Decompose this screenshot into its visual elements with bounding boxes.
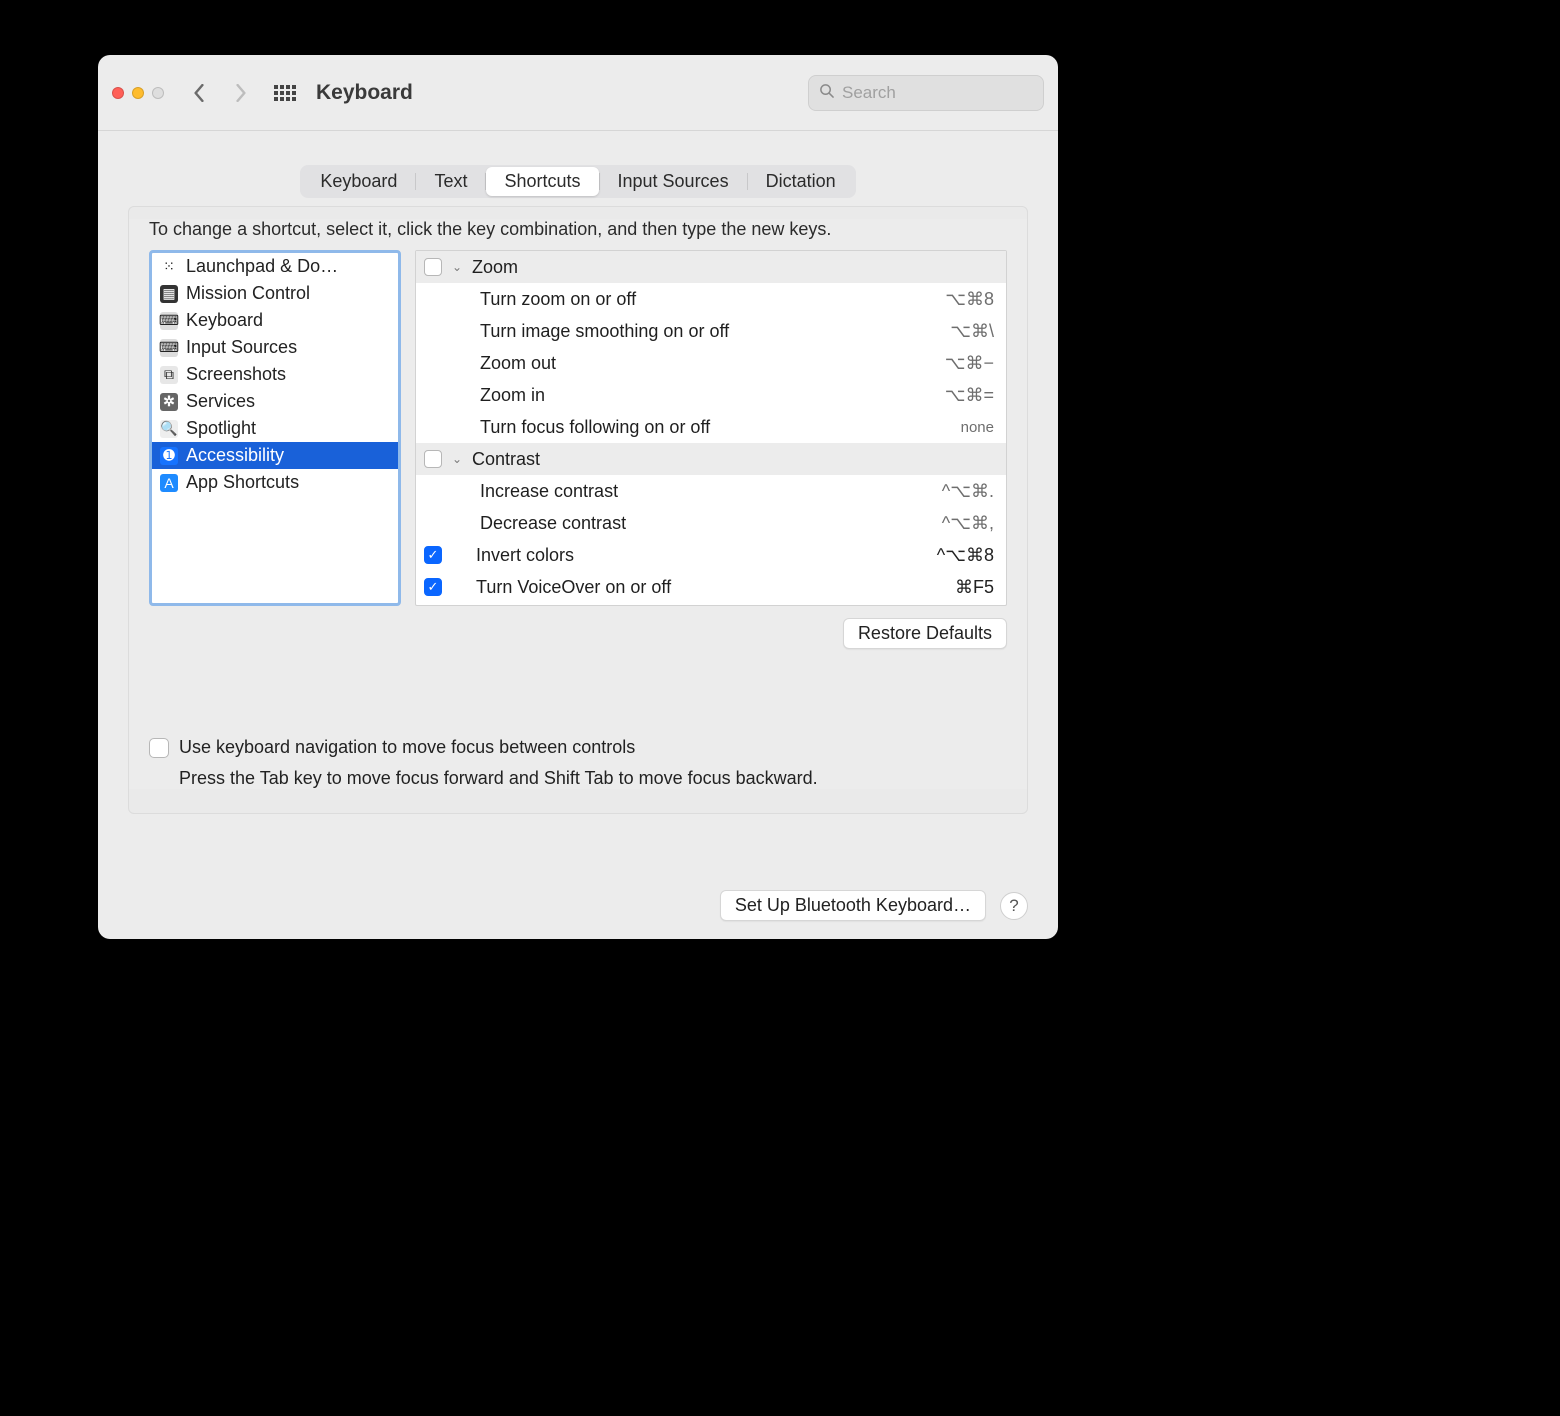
keyboard-icon: ⌨ [160,312,178,330]
preferences-window: Keyboard KeyboardTextShortcutsInput Sour… [98,55,1058,939]
category-list[interactable]: ⁙ Launchpad & Do… ▦ Mission Control ⌨ Keyboar… [149,250,401,606]
shortcut-keys[interactable]: ⌥⌘= [894,385,994,406]
shortcut-keys[interactable]: ^⌥⌘. [894,481,994,502]
category-launchpad[interactable]: ⁙ Launchpad & Do… [152,253,398,280]
close-icon[interactable] [112,87,124,99]
category-access[interactable]: ➊ Accessibility [152,442,398,469]
shortcut-label: Turn VoiceOver on or off [452,577,894,598]
shortcut-label: Zoom out [424,353,894,374]
category-label: Mission Control [186,283,310,304]
tab-input-sources[interactable]: Input Sources [600,167,747,196]
mission-icon: ▦ [160,285,178,303]
category-mission[interactable]: ▦ Mission Control [152,280,398,307]
category-appshort[interactable]: A App Shortcuts [152,469,398,496]
bluetooth-keyboard-button[interactable]: Set Up Bluetooth Keyboard… [720,890,986,921]
input-icon: ⌨ [160,339,178,357]
shortcut-label: Invert colors [452,545,894,566]
shortcut-keys[interactable]: none [894,419,994,436]
zoom-icon [152,87,164,99]
shortcut-row[interactable]: Turn focus following on or offnone [416,411,1006,443]
search-input[interactable] [842,83,1033,103]
back-button[interactable] [182,78,216,108]
search-icon [819,83,834,103]
appshort-icon: A [160,474,178,492]
search-field[interactable] [808,75,1044,111]
category-input[interactable]: ⌨ Input Sources [152,334,398,361]
category-services[interactable]: ✲ Services [152,388,398,415]
shortcut-row[interactable]: ✓ Turn VoiceOver on or off⌘F5 [416,571,1006,603]
access-icon: ➊ [160,447,178,465]
shortcut-row[interactable]: Zoom in⌥⌘= [416,379,1006,411]
keyboard-nav-checkbox[interactable] [149,738,169,758]
shortcut-checkbox[interactable]: ✓ [424,546,442,564]
group-label: Contrast [472,449,994,470]
shortcut-row[interactable]: ✓ Invert colors^⌥⌘8 [416,539,1006,571]
shortcut-row[interactable]: Turn zoom on or off⌥⌘8 [416,283,1006,315]
category-label: Screenshots [186,364,286,385]
chevron-left-icon [192,84,206,102]
tab-shortcuts[interactable]: Shortcuts [486,167,598,196]
shortcut-keys[interactable]: ⌥⌘\ [894,321,994,342]
shortcut-label: Increase contrast [424,481,894,502]
help-button[interactable]: ? [1000,892,1028,920]
screens-icon: ⧉ [160,366,178,384]
category-label: Keyboard [186,310,263,331]
tab-bar: KeyboardTextShortcutsInput SourcesDictat… [98,131,1058,198]
shortcut-group-zoom[interactable]: ⌄ Zoom [416,251,1006,283]
shortcut-list[interactable]: ⌄ZoomTurn zoom on or off⌥⌘8Turn image sm… [415,250,1007,606]
shortcut-keys[interactable]: ⌘F5 [894,577,994,598]
shortcut-keys[interactable]: ⌥⌘− [894,353,994,374]
shortcut-label: Turn image smoothing on or off [424,321,894,342]
window-toolbar: Keyboard [98,55,1058,131]
spotlight-icon: 🔍 [160,420,178,438]
group-label: Zoom [472,257,994,278]
shortcut-row[interactable]: Increase contrast^⌥⌘. [416,475,1006,507]
minimize-icon[interactable] [132,87,144,99]
restore-defaults-button[interactable]: Restore Defaults [843,618,1007,649]
category-label: Launchpad & Do… [186,256,338,277]
window-controls [112,87,164,99]
show-all-button[interactable] [274,82,296,104]
category-spotlight[interactable]: 🔍 Spotlight [152,415,398,442]
category-label: App Shortcuts [186,472,299,493]
category-screens[interactable]: ⧉ Screenshots [152,361,398,388]
shortcut-group-contrast[interactable]: ⌄ Contrast [416,443,1006,475]
tab-dictation[interactable]: Dictation [748,167,854,196]
keyboard-nav-label: Use keyboard navigation to move focus be… [179,737,635,758]
window-footer: Set Up Bluetooth Keyboard… ? [720,890,1028,921]
shortcut-checkbox[interactable] [424,258,442,276]
tab-text[interactable]: Text [416,167,485,196]
shortcut-keys[interactable]: ^⌥⌘, [894,513,994,534]
window-title: Keyboard [316,81,413,105]
keyboard-nav-subtext: Press the Tab key to move focus forward … [179,768,1007,789]
shortcut-row[interactable]: Turn image smoothing on or off⌥⌘\ [416,315,1006,347]
chevron-right-icon [234,84,248,102]
shortcut-row[interactable]: Zoom out⌥⌘− [416,347,1006,379]
shortcut-label: Decrease contrast [424,513,894,534]
shortcut-label: Zoom in [424,385,894,406]
category-label: Services [186,391,255,412]
disclosure-icon[interactable]: ⌄ [452,260,466,274]
shortcut-row[interactable]: Decrease contrast^⌥⌘, [416,507,1006,539]
category-label: Accessibility [186,445,284,466]
shortcut-label: Turn focus following on or off [424,417,894,438]
tab-keyboard[interactable]: Keyboard [302,167,415,196]
category-label: Input Sources [186,337,297,358]
shortcut-label: Turn zoom on or off [424,289,894,310]
instruction-text: To change a shortcut, select it, click t… [149,219,1007,240]
shortcut-keys[interactable]: ^⌥⌘8 [894,545,994,566]
shortcut-checkbox[interactable] [424,450,442,468]
shortcut-checkbox[interactable]: ✓ [424,578,442,596]
category-label: Spotlight [186,418,256,439]
services-icon: ✲ [160,393,178,411]
disclosure-icon[interactable]: ⌄ [452,452,466,466]
shortcut-keys[interactable]: ⌥⌘8 [894,289,994,310]
launchpad-icon: ⁙ [160,258,178,276]
forward-button [224,78,258,108]
category-keyboard[interactable]: ⌨ Keyboard [152,307,398,334]
